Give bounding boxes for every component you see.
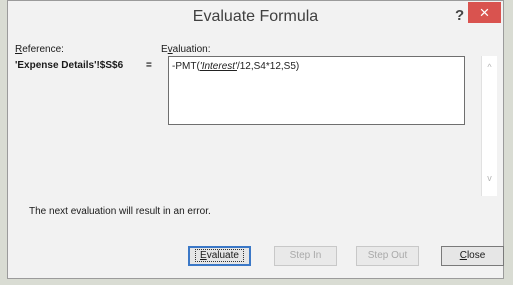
close-button[interactable]: Close: [441, 246, 504, 266]
equals-sign: =: [146, 60, 152, 71]
evaluation-scrollbar[interactable]: ^ v: [481, 56, 497, 196]
step-out-button[interactable]: Step Out: [356, 246, 419, 266]
evaluate-text: valuate: [206, 250, 239, 261]
evaluate-button-label: Evaluate: [195, 249, 244, 262]
reference-label-text: eference:: [22, 44, 64, 55]
evaluate-accesskey: E: [200, 250, 207, 261]
evaluation-label-text: aluation:: [172, 44, 211, 55]
close-accesskey: C: [459, 250, 467, 261]
help-button[interactable]: ?: [455, 7, 464, 24]
status-message: The next evaluation will result in an er…: [29, 206, 211, 217]
evaluate-button[interactable]: Evaluate: [188, 246, 251, 266]
evaluation-box[interactable]: -PMT('Interest'/12,S4*12,S5): [168, 56, 465, 125]
scroll-up-icon[interactable]: ^: [482, 62, 497, 72]
formula-suffix: /12,S4*12,S5): [236, 61, 300, 72]
step-in-button[interactable]: Step In: [274, 246, 337, 266]
close-text: lose: [466, 250, 486, 261]
close-window-button[interactable]: ×: [468, 2, 501, 23]
reference-label: Reference:: [15, 44, 64, 55]
evaluate-formula-dialog: Evaluate Formula ?: [7, 0, 504, 279]
title-bar: Evaluate Formula ?: [8, 1, 503, 35]
formula-text: -PMT('Interest'/12,S4*12,S5): [172, 61, 299, 72]
evaluation-label: Evaluation:: [161, 44, 210, 55]
formula-next-evaluation: 'Interest': [199, 61, 237, 72]
reference-value: 'Expense Details'!$S$6: [15, 60, 124, 71]
formula-prefix: -PMT(: [172, 61, 200, 72]
scroll-down-icon[interactable]: v: [482, 173, 497, 183]
dialog-title: Evaluate Formula: [192, 8, 319, 25]
evaluation-label-first: E: [161, 44, 168, 55]
